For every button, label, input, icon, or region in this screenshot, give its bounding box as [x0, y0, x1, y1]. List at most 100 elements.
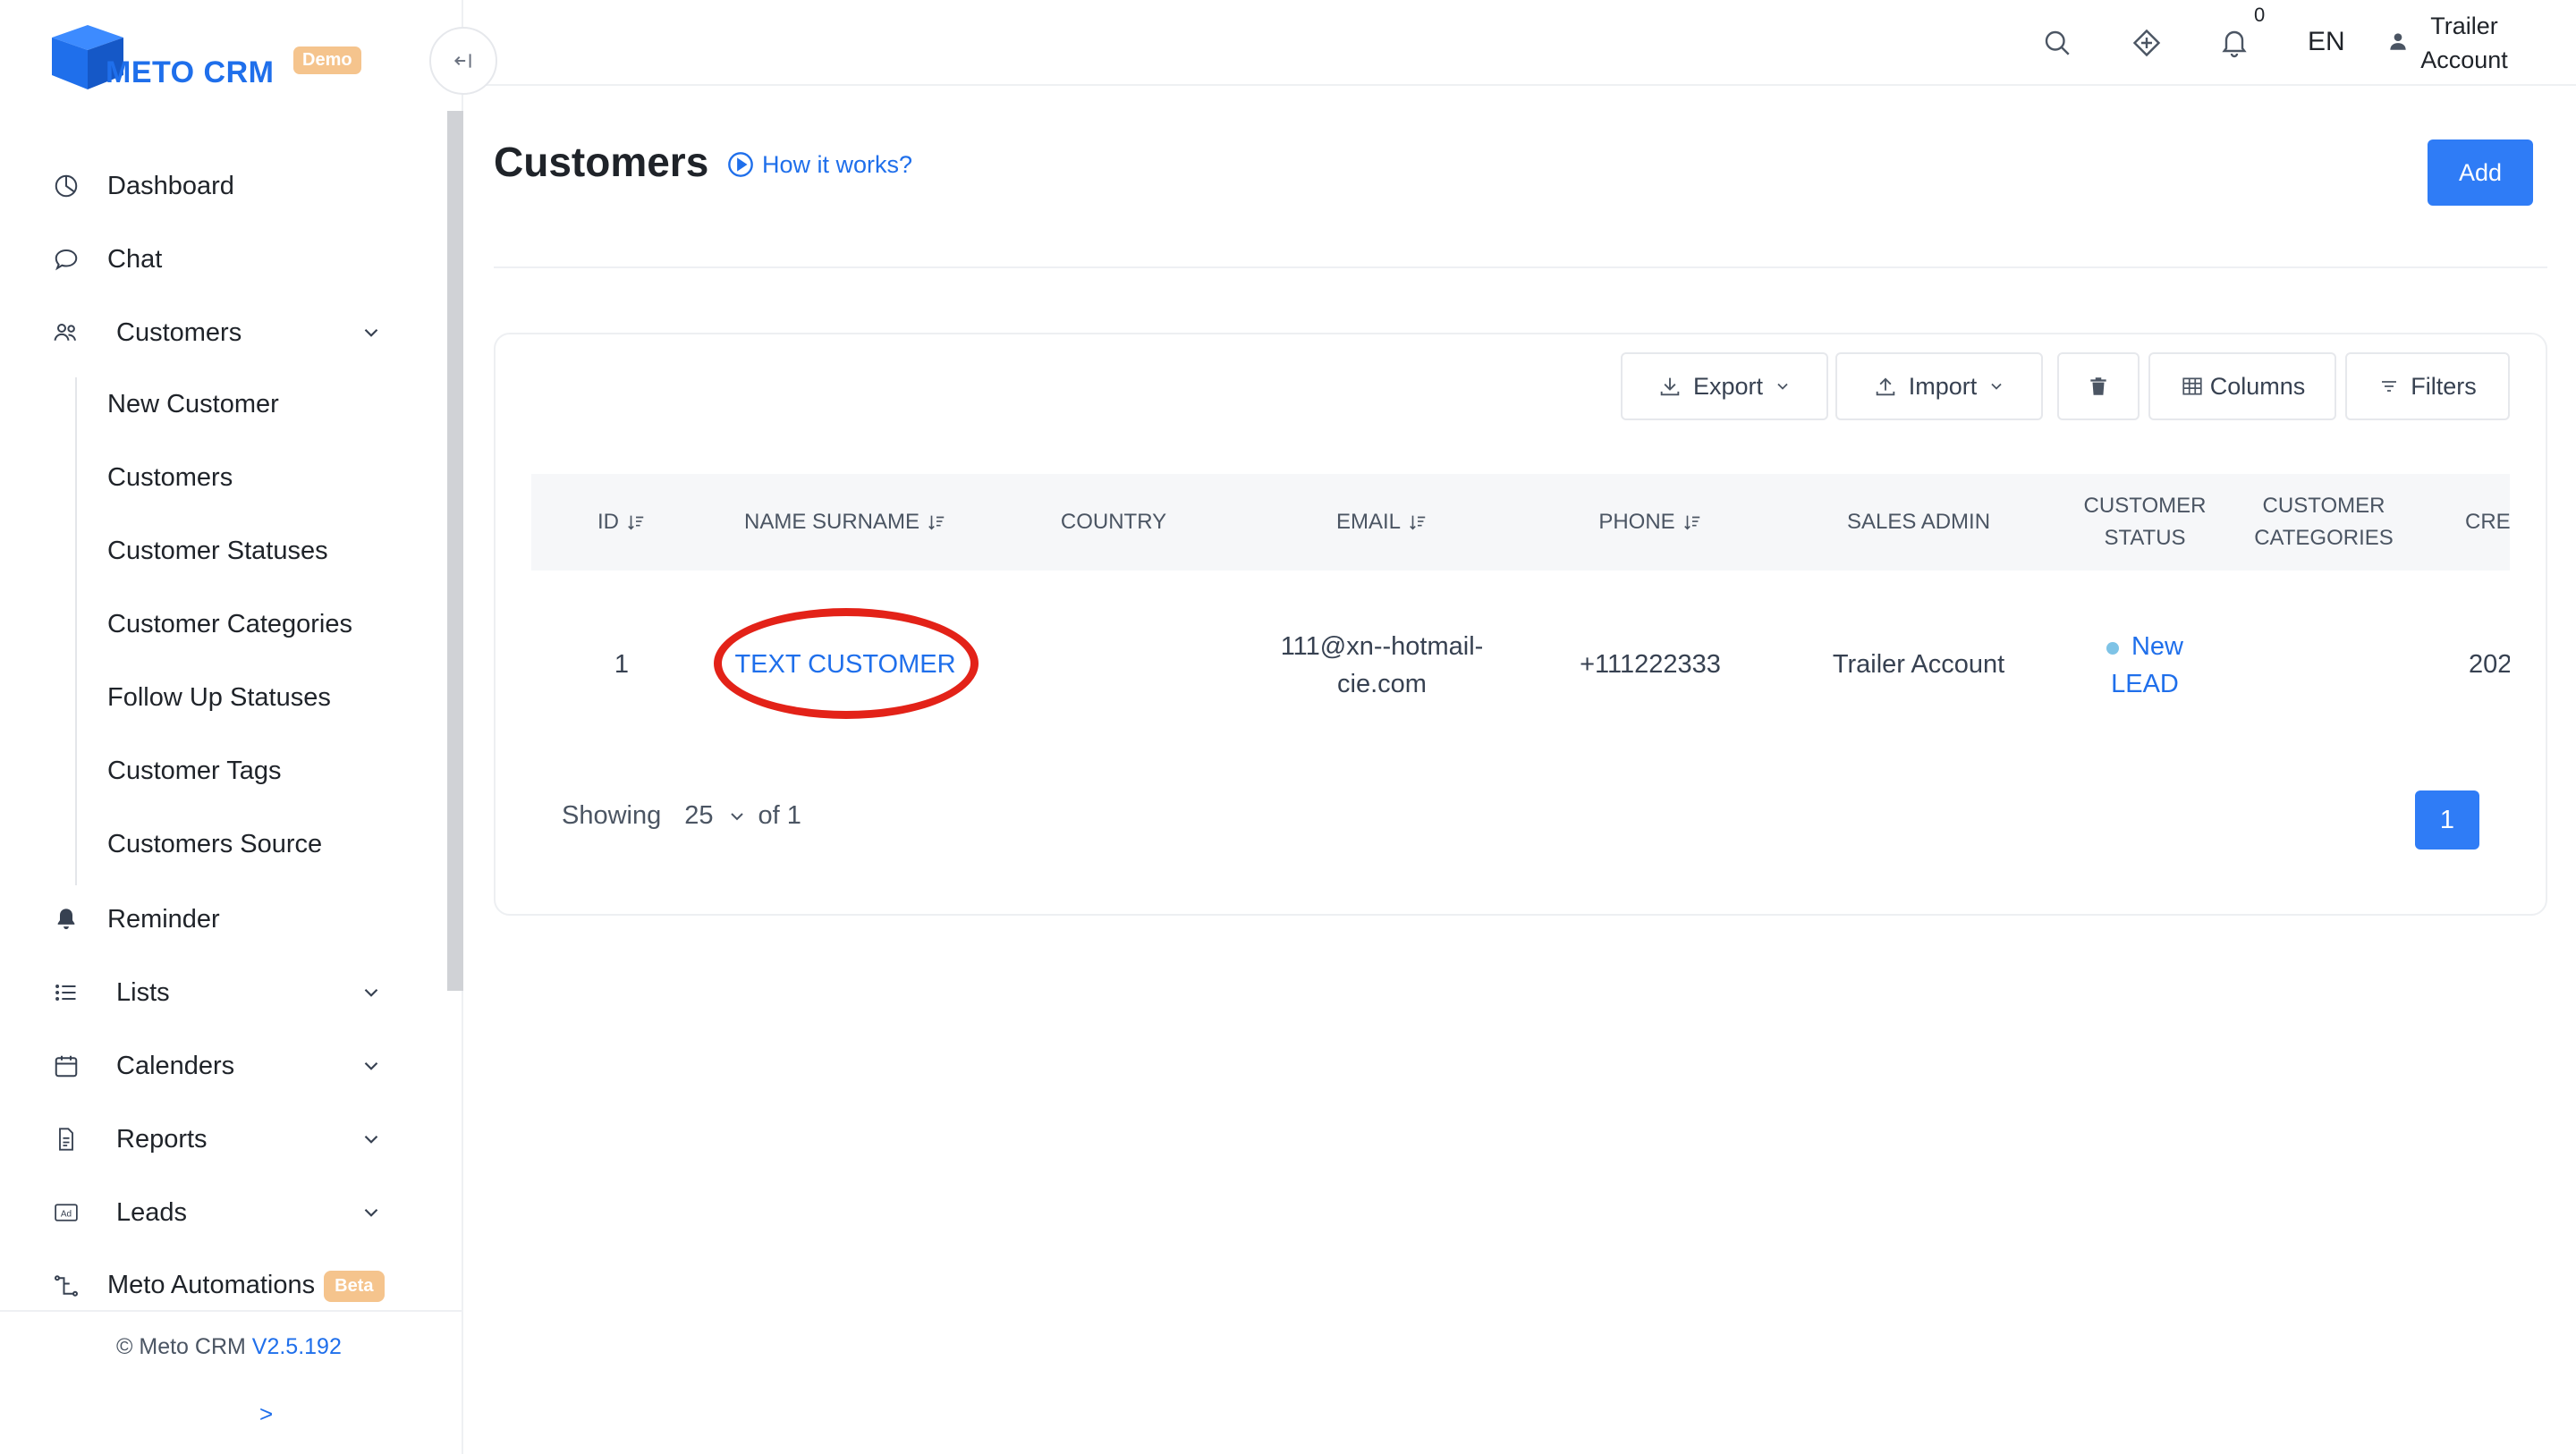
- column-header-label: STATUS: [2104, 526, 2186, 550]
- search-icon[interactable]: [2041, 27, 2073, 59]
- column-header-label: PHONE: [1598, 510, 1675, 534]
- sidebar-item-calenders[interactable]: Calenders: [0, 1034, 411, 1098]
- bell-icon: [52, 905, 80, 934]
- list-icon: [52, 978, 80, 1007]
- sidebar-item-customers-list[interactable]: Customers: [107, 463, 233, 493]
- sidebar-item-label: Reminder: [107, 904, 220, 934]
- automations-label: Meto Automations: [107, 1270, 316, 1299]
- automation-icon: [52, 1272, 80, 1300]
- sidebar-item-follow-up-statuses[interactable]: Follow Up Statuses: [107, 683, 331, 713]
- sidebar-expand-button[interactable]: >: [259, 1400, 273, 1428]
- export-button[interactable]: Export: [1621, 352, 1828, 420]
- column-header-name[interactable]: NAME SURNAME: [716, 506, 975, 538]
- sidebar-item-label: Calenders: [116, 1051, 235, 1080]
- page-button-1[interactable]: 1: [2415, 790, 2479, 850]
- import-button[interactable]: Import: [1835, 352, 2043, 420]
- column-header-label: CRE: [2465, 510, 2510, 534]
- chevron-down-icon[interactable]: [726, 806, 748, 827]
- sidebar-item-customers[interactable]: Customers: [0, 300, 411, 365]
- notification-bell-icon[interactable]: [2218, 27, 2250, 59]
- sidebar-scrollbar[interactable]: [447, 111, 463, 991]
- column-header-label: EMAIL: [1335, 510, 1402, 534]
- cell-id: 1: [614, 650, 630, 679]
- sidebar-item-reminder[interactable]: Reminder: [0, 887, 411, 951]
- email-line2: cie.com: [1337, 670, 1427, 698]
- column-header-label: CUSTOMER: [2262, 494, 2385, 518]
- status-line1: New: [2106, 628, 2183, 665]
- sidebar-item-dashboard[interactable]: Dashboard: [0, 154, 411, 218]
- chevron-down-icon: [1777, 383, 1788, 390]
- add-button[interactable]: Add: [2428, 139, 2533, 206]
- cell-email: 111@xn--hotmail- cie.com: [1252, 628, 1512, 703]
- filter-icon: [2382, 381, 2397, 392]
- sidebar-item-customer-statuses[interactable]: Customer Statuses: [107, 537, 328, 566]
- filters-button[interactable]: Filters: [2345, 352, 2510, 420]
- cell-customer-status[interactable]: New LEAD: [2057, 628, 2233, 703]
- brand-name: METO CRM: [106, 55, 275, 89]
- cell-phone: +111222333: [1580, 650, 1721, 679]
- import-label: Import: [1908, 372, 1978, 400]
- showing-label: Showing: [562, 801, 662, 830]
- column-header-id[interactable]: ID: [572, 506, 671, 538]
- submenu-guide-line: [75, 377, 77, 885]
- sidebar-item-lists[interactable]: Lists: [0, 960, 411, 1025]
- dashboard-icon: [52, 172, 80, 200]
- column-header-label: NAME SURNAME: [743, 510, 920, 534]
- table-columns-icon: [2182, 377, 2202, 395]
- sidebar-item-chat[interactable]: Chat: [0, 227, 411, 292]
- column-header-sales-admin[interactable]: SALES ADMIN: [1825, 506, 2012, 538]
- collapse-sidebar-button[interactable]: [429, 27, 497, 95]
- how-it-works-label: How it works?: [762, 150, 913, 178]
- users-icon: [52, 318, 80, 347]
- sidebar: METO CRM Demo Dashboard Chat Customers N…: [0, 0, 463, 1454]
- of-total-label: of 1: [758, 801, 801, 830]
- sidebar-item-new-customer[interactable]: New Customer: [107, 390, 279, 419]
- sidebar-item-reports[interactable]: Reports: [0, 1107, 411, 1171]
- sidebar-item-label: Meto Automations Beta: [107, 1270, 385, 1302]
- column-header-created[interactable]: CRE: [2465, 506, 2510, 538]
- status-text: New: [2131, 632, 2183, 661]
- brand-logo[interactable]: METO CRM Demo: [48, 20, 370, 95]
- svg-text:Ad: Ad: [61, 1209, 72, 1219]
- sort-icon: [928, 515, 945, 530]
- column-header-label: CATEGORIES: [2254, 526, 2394, 550]
- user-menu[interactable]: Trailer Account: [2415, 9, 2513, 77]
- sidebar-item-automations[interactable]: Meto Automations Beta: [0, 1254, 411, 1318]
- columns-button[interactable]: Columns: [2148, 352, 2336, 420]
- pagination-info: Showing 25 of 1: [562, 801, 801, 831]
- sort-icon: [1683, 515, 1699, 530]
- chevron-down-icon: [364, 1061, 378, 1070]
- page-size-select[interactable]: 25: [684, 801, 713, 831]
- sidebar-item-customer-categories[interactable]: Customer Categories: [107, 610, 352, 639]
- trash-icon: [2090, 377, 2106, 395]
- column-header-label: COUNTRY: [1060, 510, 1167, 534]
- how-it-works-link[interactable]: How it works?: [726, 150, 912, 179]
- upload-icon: [1876, 377, 1895, 396]
- sidebar-item-label: Dashboard: [107, 171, 234, 200]
- diamond-icon[interactable]: [2131, 27, 2163, 59]
- sidebar-footer-divider: [0, 1310, 463, 1312]
- user-name-line1: Trailer: [2430, 13, 2498, 39]
- language-selector[interactable]: EN: [2308, 27, 2345, 57]
- delete-button[interactable]: [2057, 352, 2140, 420]
- column-header-customer-status[interactable]: CUSTOMER STATUS: [2057, 490, 2233, 554]
- sidebar-item-label: Customers: [116, 317, 242, 347]
- column-header-country[interactable]: COUNTRY: [1029, 506, 1199, 538]
- version-info: © Meto CRM V2.5.192: [116, 1334, 342, 1360]
- filters-label: Filters: [2411, 372, 2477, 400]
- header-divider: [494, 266, 2547, 268]
- column-header-label: SALES ADMIN: [1846, 510, 1991, 534]
- chevron-down-icon: [364, 988, 378, 997]
- column-header-email[interactable]: EMAIL: [1288, 506, 1476, 538]
- sidebar-item-label: Reports: [116, 1124, 208, 1154]
- calendar-icon: [52, 1052, 80, 1080]
- sort-icon: [628, 515, 644, 530]
- sidebar-item-leads[interactable]: Ad Leads: [0, 1180, 411, 1245]
- column-header-phone[interactable]: PHONE: [1556, 506, 1744, 538]
- sort-icon: [1410, 515, 1426, 530]
- sidebar-item-customer-tags[interactable]: Customer Tags: [107, 757, 282, 786]
- column-header-customer-categories[interactable]: CUSTOMER CATEGORIES: [2236, 490, 2411, 554]
- chevron-down-icon: [364, 328, 378, 337]
- sidebar-item-customers-source[interactable]: Customers Source: [107, 830, 322, 859]
- collapse-arrow-icon: [453, 54, 471, 68]
